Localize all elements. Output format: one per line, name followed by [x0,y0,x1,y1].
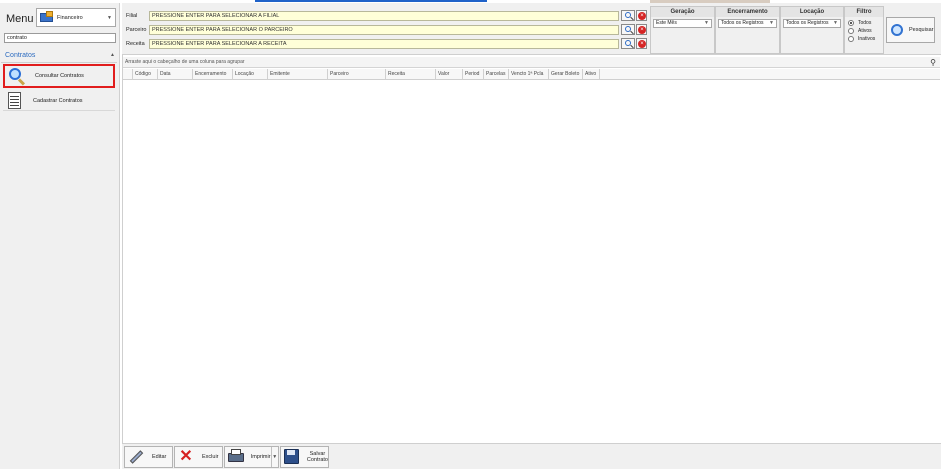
filtro-group: Filtro Todos Ativos Inativos [844,6,884,54]
module-label: Financeiro [57,14,83,21]
save-label: Salvar Contrato [306,451,328,463]
filter-row-filial: Filial PRESSIONE ENTER PARA SELECIONAR A… [126,10,647,21]
column-header[interactable]: Locação [233,69,268,80]
group-label: Contratos [5,52,36,59]
module-selector[interactable]: Financeiro ▼ [36,8,116,27]
column-header[interactable]: Gerar Boleto [549,69,583,80]
search-icon [7,66,27,86]
column-header[interactable]: Parcelas [484,69,509,80]
column-header[interactable]: Código [133,69,158,80]
chevron-down-icon: ▼ [704,20,709,26]
lookup-button[interactable] [621,38,635,49]
radio-ativos[interactable]: Ativos [848,27,883,35]
chevron-down-icon: ▼ [833,20,838,26]
column-header[interactable]: Ativo [583,69,600,80]
sidebar-item-consultar-contratos[interactable]: Consultar Contratos [3,64,115,88]
lookup-button[interactable] [621,10,635,21]
receita-field[interactable]: PRESSIONE ENTER PARA SELECIONAR A RECEIT… [149,38,619,49]
document-form-icon [5,91,25,111]
edit-button[interactable]: Editar [124,446,173,468]
sidebar-item-label: Consultar Contratos [35,73,84,79]
active-tab-indicator [255,0,487,2]
locacao-group: Locação Todos os Registros ▼ [780,6,844,54]
pencil-icon [128,449,144,465]
grid-body[interactable] [123,81,940,441]
group-title: Encerramento [716,7,779,17]
filter-label: Parceiro [126,26,147,33]
lookup-button[interactable] [621,24,635,35]
search-icon [891,24,903,36]
group-title: Filtro [845,7,883,17]
clear-icon: × [638,40,646,48]
clear-button[interactable]: × [636,24,647,35]
delete-x-icon: ✕ [179,448,193,465]
column-header[interactable]: Encerramento [193,69,233,80]
filter-label: Receita [126,40,145,47]
filial-field[interactable]: PRESSIONE ENTER PARA SELECIONAR A FILIAL [149,10,619,21]
delete-button[interactable]: ✕ Excluir [174,446,223,468]
chevron-down-icon: ▼ [769,20,774,26]
save-disk-icon [284,449,299,465]
grid-header: Código Data Encerramento Locação Emitent… [123,69,940,80]
column-header[interactable]: Parceiro [328,69,386,80]
print-label: Imprimir [250,454,271,460]
grid-search-icon[interactable]: ⚲ [930,58,936,67]
pesquisar-label: Pesquisar [909,27,934,33]
sidebar-item-label: Cadastrar Contratos [33,98,83,104]
save-contract-button[interactable]: Salvar Contrato [280,446,329,468]
geracao-group: Geração Este Mês ▼ [650,6,715,54]
sidebar: Menu Financeiro ▼ Contratos ▲ Consultar … [0,3,120,469]
filter-row-parceiro: Parceiro PRESSIONE ENTER PARA SELECIONAR… [126,24,647,35]
group-header-contratos[interactable]: Contratos ▲ [5,52,115,59]
menu-search-input[interactable] [4,33,116,43]
clear-icon: × [638,12,646,20]
collapse-icon[interactable]: ▲ [110,52,115,59]
column-header[interactable]: Period [463,69,484,80]
row-indicator-column [123,69,133,80]
printer-icon [228,449,244,465]
pesquisar-button[interactable]: Pesquisar [886,17,935,43]
parceiro-field[interactable]: PRESSIONE ENTER PARA SELECIONAR O PARCEI… [149,24,619,35]
clear-button[interactable]: × [636,10,647,21]
radio-inativos[interactable]: Inativos [848,35,883,43]
delete-label: Excluir [202,454,219,460]
finance-module-icon [39,11,55,24]
chevron-down-icon: ▼ [107,14,112,21]
group-title: Locação [781,7,843,17]
print-button[interactable]: Imprimir ▼ [224,446,279,468]
radio-todos[interactable]: Todos [848,19,883,27]
menu-title: Menu [6,13,34,25]
column-header[interactable]: Valor [436,69,463,80]
filter-row-receita: Receita PRESSIONE ENTER PARA SELECIONAR … [126,38,647,49]
encerramento-select[interactable]: Todos os Registros ▼ [718,19,777,28]
group-by-bar[interactable]: Arraste aqui o cabeçalho de uma coluna p… [123,57,940,68]
clear-icon: × [638,26,646,34]
column-header[interactable]: Receita [386,69,436,80]
geracao-select[interactable]: Este Mês ▼ [653,19,712,28]
encerramento-group: Encerramento Todos os Registros ▼ [715,6,780,54]
edit-label: Editar [152,454,167,460]
clear-button[interactable]: × [636,38,647,49]
group-hint: Arraste aqui o cabeçalho de uma coluna p… [125,59,245,65]
nav-divider [3,110,115,111]
print-options-dropdown[interactable]: ▼ [270,447,278,467]
filter-panel: Filial PRESSIONE ENTER PARA SELECIONAR A… [122,3,941,55]
group-title: Geração [651,7,714,17]
group-divider [1,62,117,63]
column-header[interactable]: Vencto 1ª Pcla [509,69,549,80]
locacao-select[interactable]: Todos os Registros ▼ [783,19,841,28]
column-header[interactable]: Emitente [268,69,328,80]
bottom-toolbar: Editar ✕ Excluir Imprimir ▼ Salvar Contr… [122,443,941,469]
column-header[interactable]: Data [158,69,193,80]
filter-label: Filial [126,12,138,19]
